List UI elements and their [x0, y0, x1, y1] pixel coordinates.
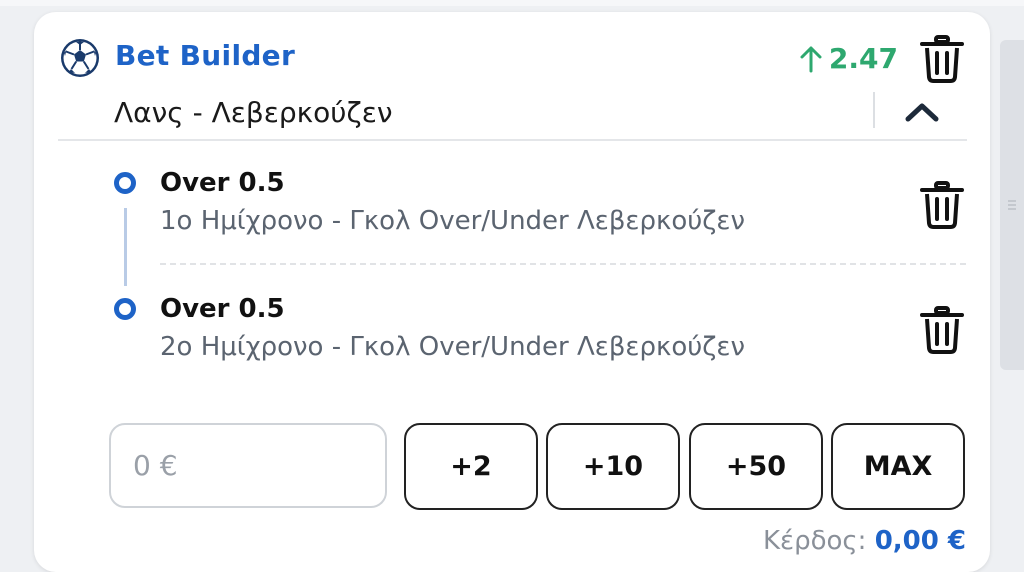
delete-selection-button[interactable] — [918, 180, 966, 230]
stake-input[interactable] — [109, 423, 387, 508]
scrollbar[interactable] — [1000, 40, 1024, 370]
profit-value: 0,00 € — [874, 526, 966, 556]
quick-stake-button-10[interactable]: +10 — [546, 423, 680, 510]
selection-title: Over 0.5 — [160, 294, 285, 324]
page-title: Bet Builder — [115, 39, 296, 72]
max-stake-button[interactable]: MAX — [831, 423, 965, 510]
timeline-line — [124, 208, 127, 286]
delete-builder-button[interactable] — [918, 34, 966, 84]
trash-icon — [920, 181, 964, 229]
soccer-ball-icon — [61, 39, 99, 77]
divider — [58, 139, 967, 141]
trash-icon — [920, 306, 964, 354]
quick-stake-button-2[interactable]: +2 — [404, 423, 538, 510]
selection-dot-icon — [114, 298, 136, 320]
selection-dot-icon — [114, 172, 136, 194]
selection-subtitle: 2ο Ημίχρονο - Γκολ Over/Under Λεβερκούζε… — [160, 332, 745, 362]
chevron-up-icon[interactable] — [900, 94, 944, 130]
bet-builder-card: Bet Builder 2.47 Λανς - Λεβερκούζεν Over… — [34, 12, 990, 572]
arrow-up-icon — [800, 46, 822, 72]
selection-title: Over 0.5 — [160, 168, 285, 198]
odds-value: 2.47 — [799, 42, 898, 75]
divider — [873, 92, 875, 128]
trash-icon — [920, 35, 964, 83]
delete-selection-button[interactable] — [918, 305, 966, 355]
profit-summary: Κέρδος: 0,00 € — [763, 526, 966, 556]
scrollbar-grip-icon — [1008, 200, 1016, 202]
quick-stake-button-50[interactable]: +50 — [689, 423, 823, 510]
selection-subtitle: 1ο Ημίχρονο - Γκολ Over/Under Λεβερκούζε… — [160, 206, 745, 236]
profit-label: Κέρδος: — [762, 526, 867, 556]
top-strip — [0, 0, 1024, 6]
match-name: Λανς - Λεβερκούζεν — [114, 96, 393, 129]
odds-number: 2.47 — [828, 42, 898, 75]
dashed-divider — [160, 263, 966, 265]
